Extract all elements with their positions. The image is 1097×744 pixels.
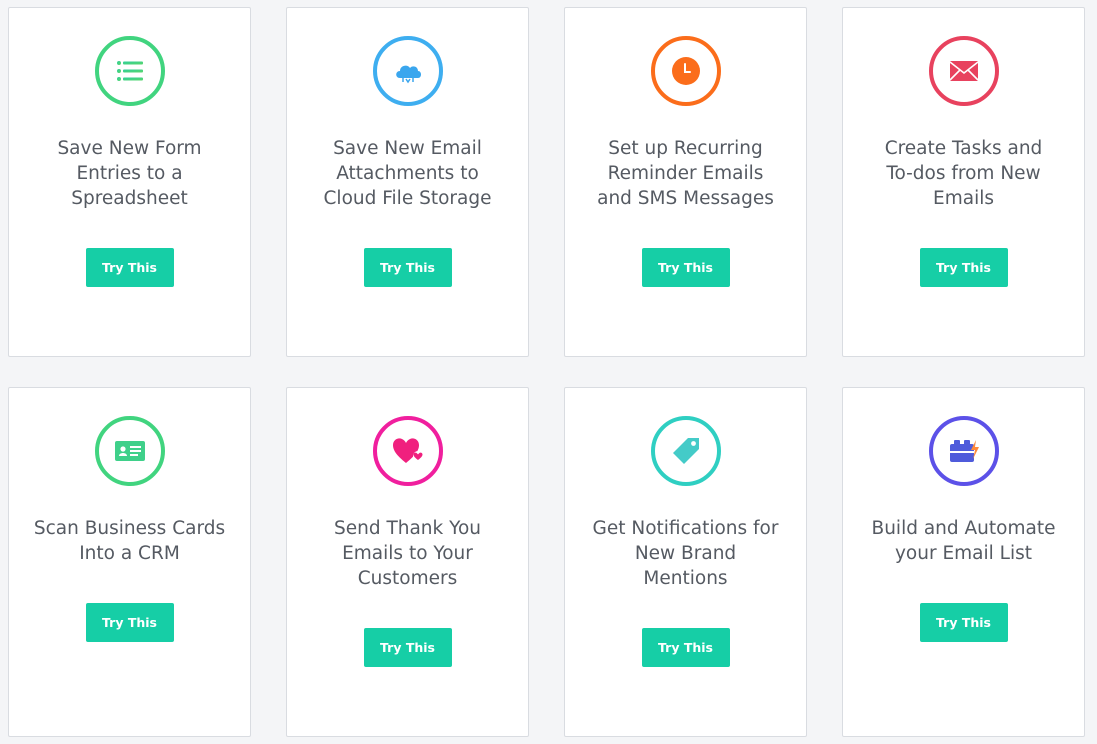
clock-icon [650, 36, 721, 106]
try-this-button[interactable]: Try This [641, 248, 730, 287]
card-build-email-list: Build and Automate your Email List Try T… [842, 387, 1085, 737]
try-this-button[interactable]: Try This [641, 628, 730, 667]
try-this-button[interactable]: Try This [85, 603, 174, 642]
card-save-email-attachments: Save New Email Attachments to Cloud File… [286, 7, 529, 357]
try-this-button[interactable]: Try This [363, 628, 452, 667]
card-create-tasks: Create Tasks and To-dos from New Emails … [842, 7, 1085, 357]
card-save-form-entries: Save New Form Entries to a Spreadsheet T… [8, 7, 251, 357]
card-title: Create Tasks and To-dos from New Emails [884, 138, 1043, 209]
card-scan-business-cards: Scan Business Cards Into a CRM Try This [8, 387, 251, 737]
toolbox-icon [928, 416, 999, 486]
envelope-icon [928, 36, 999, 106]
card-title: Build and Automate your Email List [871, 518, 1056, 564]
list-icon [94, 36, 165, 106]
try-this-button[interactable]: Try This [919, 603, 1008, 642]
card-title: Set up Recurring Reminder Emails and SMS… [597, 138, 774, 209]
card-title: Scan Business Cards Into a CRM [33, 518, 226, 564]
tag-icon [650, 416, 721, 486]
card-title: Get Notifications for New Brand Mentions [592, 518, 779, 589]
card-title: Save New Form Entries to a Spreadsheet [57, 138, 202, 209]
id-card-icon [94, 416, 165, 486]
cloud-icon [372, 36, 443, 106]
heart-icon [372, 416, 443, 486]
card-recurring-reminders: Set up Recurring Reminder Emails and SMS… [564, 7, 807, 357]
try-this-button[interactable]: Try This [919, 248, 1008, 287]
card-title: Send Thank You Emails to Your Customers [333, 518, 482, 589]
card-send-thank-you: Send Thank You Emails to Your Customers … [286, 387, 529, 737]
try-this-button[interactable]: Try This [363, 248, 452, 287]
try-this-button[interactable]: Try This [85, 248, 174, 287]
card-brand-mentions: Get Notifications for New Brand Mentions… [564, 387, 807, 737]
card-title: Save New Email Attachments to Cloud File… [323, 138, 492, 209]
